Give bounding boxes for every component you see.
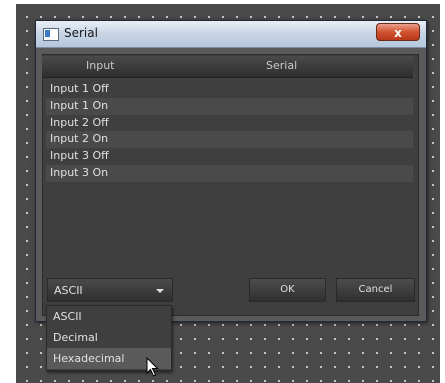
list-item[interactable]: Input 1 On <box>46 97 413 115</box>
title-bar[interactable]: Serial x <box>36 21 426 48</box>
serial-dialog: Serial x Input Serial Input 1 Off Input … <box>35 20 427 322</box>
close-button[interactable]: x <box>376 23 420 41</box>
dialog-title: Serial <box>64 26 98 40</box>
ok-button[interactable]: OK <box>249 278 326 302</box>
column-header-serial[interactable]: Serial <box>266 59 297 72</box>
list-item[interactable]: Input 2 On <box>46 131 413 149</box>
list-item[interactable]: Input 2 Off <box>46 115 413 132</box>
format-dropdown[interactable]: ASCII <box>47 278 173 302</box>
column-header-input[interactable]: Input <box>86 59 114 72</box>
window-app-icon <box>43 28 59 41</box>
cancel-button[interactable]: Cancel <box>336 278 415 302</box>
format-dropdown-value: ASCII <box>54 284 83 297</box>
list-item[interactable]: Input 3 Off <box>46 148 413 165</box>
list-item[interactable]: Input 1 Off <box>46 81 413 98</box>
list-header: Input Serial <box>42 56 413 78</box>
input-list: Input 1 Off Input 1 On Input 2 Off Input… <box>46 81 413 182</box>
format-option-ascii[interactable]: ASCII <box>47 306 171 327</box>
mouse-pointer-icon <box>146 357 159 377</box>
chevron-down-icon <box>156 289 164 293</box>
format-option-decimal[interactable]: Decimal <box>47 327 171 348</box>
list-item[interactable]: Input 3 On <box>46 164 413 182</box>
